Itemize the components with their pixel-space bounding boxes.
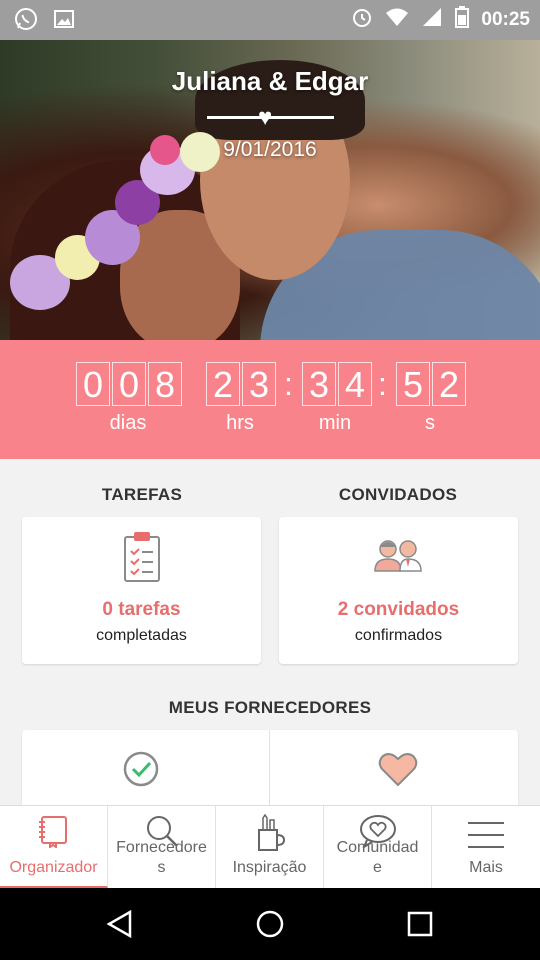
hero-photo: Juliana & Edgar ♥ 9/01/2016 — [0, 40, 540, 340]
hours-label: hrs — [226, 412, 254, 434]
digit: 2 — [432, 362, 466, 406]
tasks-card[interactable]: 0 tarefas completadas — [22, 517, 261, 664]
wedding-date: 9/01/2016 — [223, 138, 317, 161]
wifi-icon — [385, 7, 409, 32]
nav-label: Fornecedore s — [116, 839, 207, 876]
time-separator: : — [378, 366, 387, 402]
digit: 3 — [302, 362, 336, 406]
whatsapp-icon — [14, 7, 38, 36]
nav-label: Inspiração — [232, 859, 307, 876]
nav-label: Organizador — [9, 859, 98, 876]
time-separator: : — [284, 366, 293, 402]
signal-icon — [421, 7, 443, 32]
nav-label: Comunidad e — [336, 839, 419, 876]
clipboard-checklist-icon — [123, 531, 161, 588]
days-label: dias — [109, 412, 147, 434]
digit: 2 — [206, 362, 240, 406]
seconds-digits: 5 2 — [396, 362, 468, 406]
tasks-count: 0 tarefas — [102, 599, 181, 620]
tasks-sub: completadas — [96, 627, 187, 644]
digit: 8 — [148, 362, 182, 406]
guests-sub: confirmados — [354, 627, 443, 644]
couple-name: Juliana & Edgar — [171, 66, 369, 96]
tasks-title: TAREFAS — [101, 485, 183, 504]
guests-card[interactable]: 2 convidados confirmados — [279, 517, 518, 664]
guests-title: CONVIDADOS — [338, 485, 458, 504]
digit: 4 — [338, 362, 372, 406]
heart-outline-icon[interactable] — [378, 752, 418, 793]
check-circle-icon[interactable] — [122, 750, 160, 793]
status-bar: 00:25 — [0, 0, 540, 40]
nav-fornecedores[interactable]: Fornecedore s — [108, 806, 216, 889]
notebook-icon — [37, 814, 71, 853]
image-icon — [54, 9, 74, 34]
divider — [269, 730, 270, 810]
system-navigation-bar — [0, 888, 540, 960]
nav-inspiracao[interactable]: Inspiração — [216, 806, 324, 889]
couple-guests-icon — [373, 537, 423, 578]
nav-mais[interactable]: Mais — [432, 806, 540, 889]
digit: 0 — [76, 362, 110, 406]
home-icon[interactable] — [255, 909, 285, 944]
heart-icon: ♥ — [258, 104, 273, 131]
vendors-card — [22, 730, 518, 810]
digit: 5 — [396, 362, 430, 406]
nav-label: Mais — [469, 859, 503, 876]
recents-icon[interactable] — [406, 910, 434, 943]
bottom-navigation: Organizador Fornecedore s Inspiração Com… — [0, 805, 540, 889]
guests-count: 2 convidados — [337, 599, 460, 620]
menu-icon — [466, 820, 506, 855]
back-icon[interactable] — [105, 909, 135, 944]
hours-digits: 2 3 — [206, 362, 278, 406]
minutes-digits: 3 4 — [302, 362, 374, 406]
pencil-cup-icon — [253, 813, 287, 857]
days-digits: 0 0 8 — [76, 362, 184, 406]
nav-comunidade[interactable]: Comunidad e — [324, 806, 432, 889]
digit: 0 — [112, 362, 146, 406]
alarm-icon — [351, 6, 373, 33]
nav-organizador[interactable]: Organizador — [0, 806, 108, 889]
countdown-panel: 0 0 8 2 3 : 3 4 : 5 2 dias hrs min s — [0, 340, 540, 459]
clock-time: 00:25 — [481, 8, 530, 30]
minutes-label: min — [318, 412, 352, 434]
battery-icon — [455, 6, 470, 33]
digit: 3 — [242, 362, 276, 406]
vendors-title: MEUS FORNECEDORES — [168, 698, 372, 717]
seconds-label: s — [425, 412, 435, 434]
